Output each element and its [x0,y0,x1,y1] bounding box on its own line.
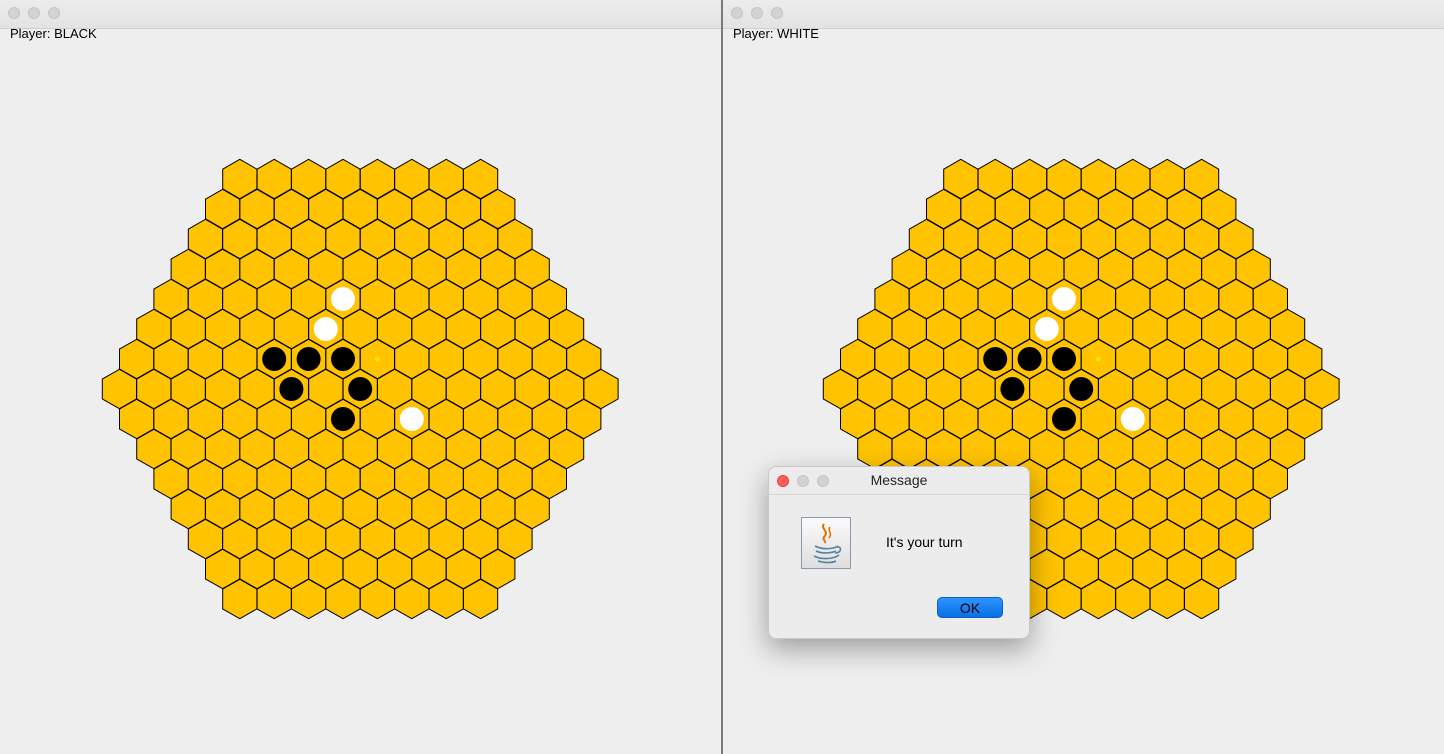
white-stone [399,407,424,431]
white-stone [1034,317,1059,341]
ok-button[interactable]: OK [937,597,1003,618]
black-stone [1017,347,1042,371]
black-stone [331,347,355,371]
black-stone [1000,377,1025,401]
dialog-zoom-button [817,475,829,487]
black-stone [279,377,304,401]
black-stone [348,377,373,401]
valid-move-hint-dot [374,356,380,362]
dialog-minimize-button [797,475,809,487]
black-stone [296,347,321,371]
java-icon [801,517,851,569]
valid-move-hint-dot [1095,356,1101,362]
dialog-close-button[interactable] [777,475,789,487]
hex-game-board[interactable] [723,0,1444,754]
black-stone [1052,407,1076,431]
white-stone [1120,407,1145,431]
black-stone [262,347,287,371]
dialog-message: It's your turn [886,534,963,550]
white-stone [1052,287,1076,311]
white-stone [331,287,355,311]
black-stone [1069,377,1094,401]
black-stone [983,347,1008,371]
black-stone [331,407,355,431]
right-game-window: Player: WHITE [723,0,1444,754]
black-stone [1052,347,1076,371]
left-game-window: Player: BLACK [0,0,721,754]
white-stone [313,317,338,341]
message-dialog: Message It's your turn OK [768,466,1030,639]
hex-game-board[interactable] [0,0,721,754]
